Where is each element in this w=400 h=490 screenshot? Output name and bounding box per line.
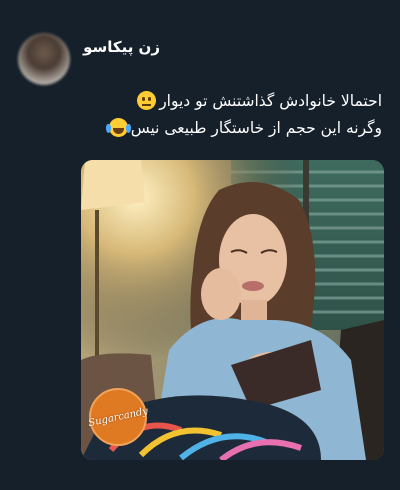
tweet-media-image[interactable]: Sugarcandy — [81, 160, 384, 460]
tweet-text-line-2: وگرنه این حجم از خاستگار طبیعی نیس — [52, 115, 382, 142]
tweet-card[interactable]: زن پیکاسو احتمالا خانوادش گذاشتنش تو دیو… — [0, 0, 400, 490]
tears-of-joy-icon — [105, 118, 131, 137]
tweet-text: احتمالا خانوادش گذاشتنش تو دیوار وگرنه ا… — [52, 88, 382, 142]
avatar[interactable] — [18, 33, 70, 85]
watermark-logo: Sugarcandy — [87, 388, 149, 446]
neutral-face-icon — [137, 91, 157, 110]
tweet-text-line-1: احتمالا خانوادش گذاشتنش تو دیوار — [52, 88, 382, 115]
display-name[interactable]: زن پیکاسو — [83, 38, 160, 56]
tweet-text-line-2-content: وگرنه این حجم از خاستگار طبیعی نیس — [130, 119, 382, 137]
tweet-text-line-1-content: احتمالا خانوادش گذاشتنش تو دیوار — [159, 92, 382, 110]
watermark-text: Sugarcandy — [87, 405, 149, 429]
